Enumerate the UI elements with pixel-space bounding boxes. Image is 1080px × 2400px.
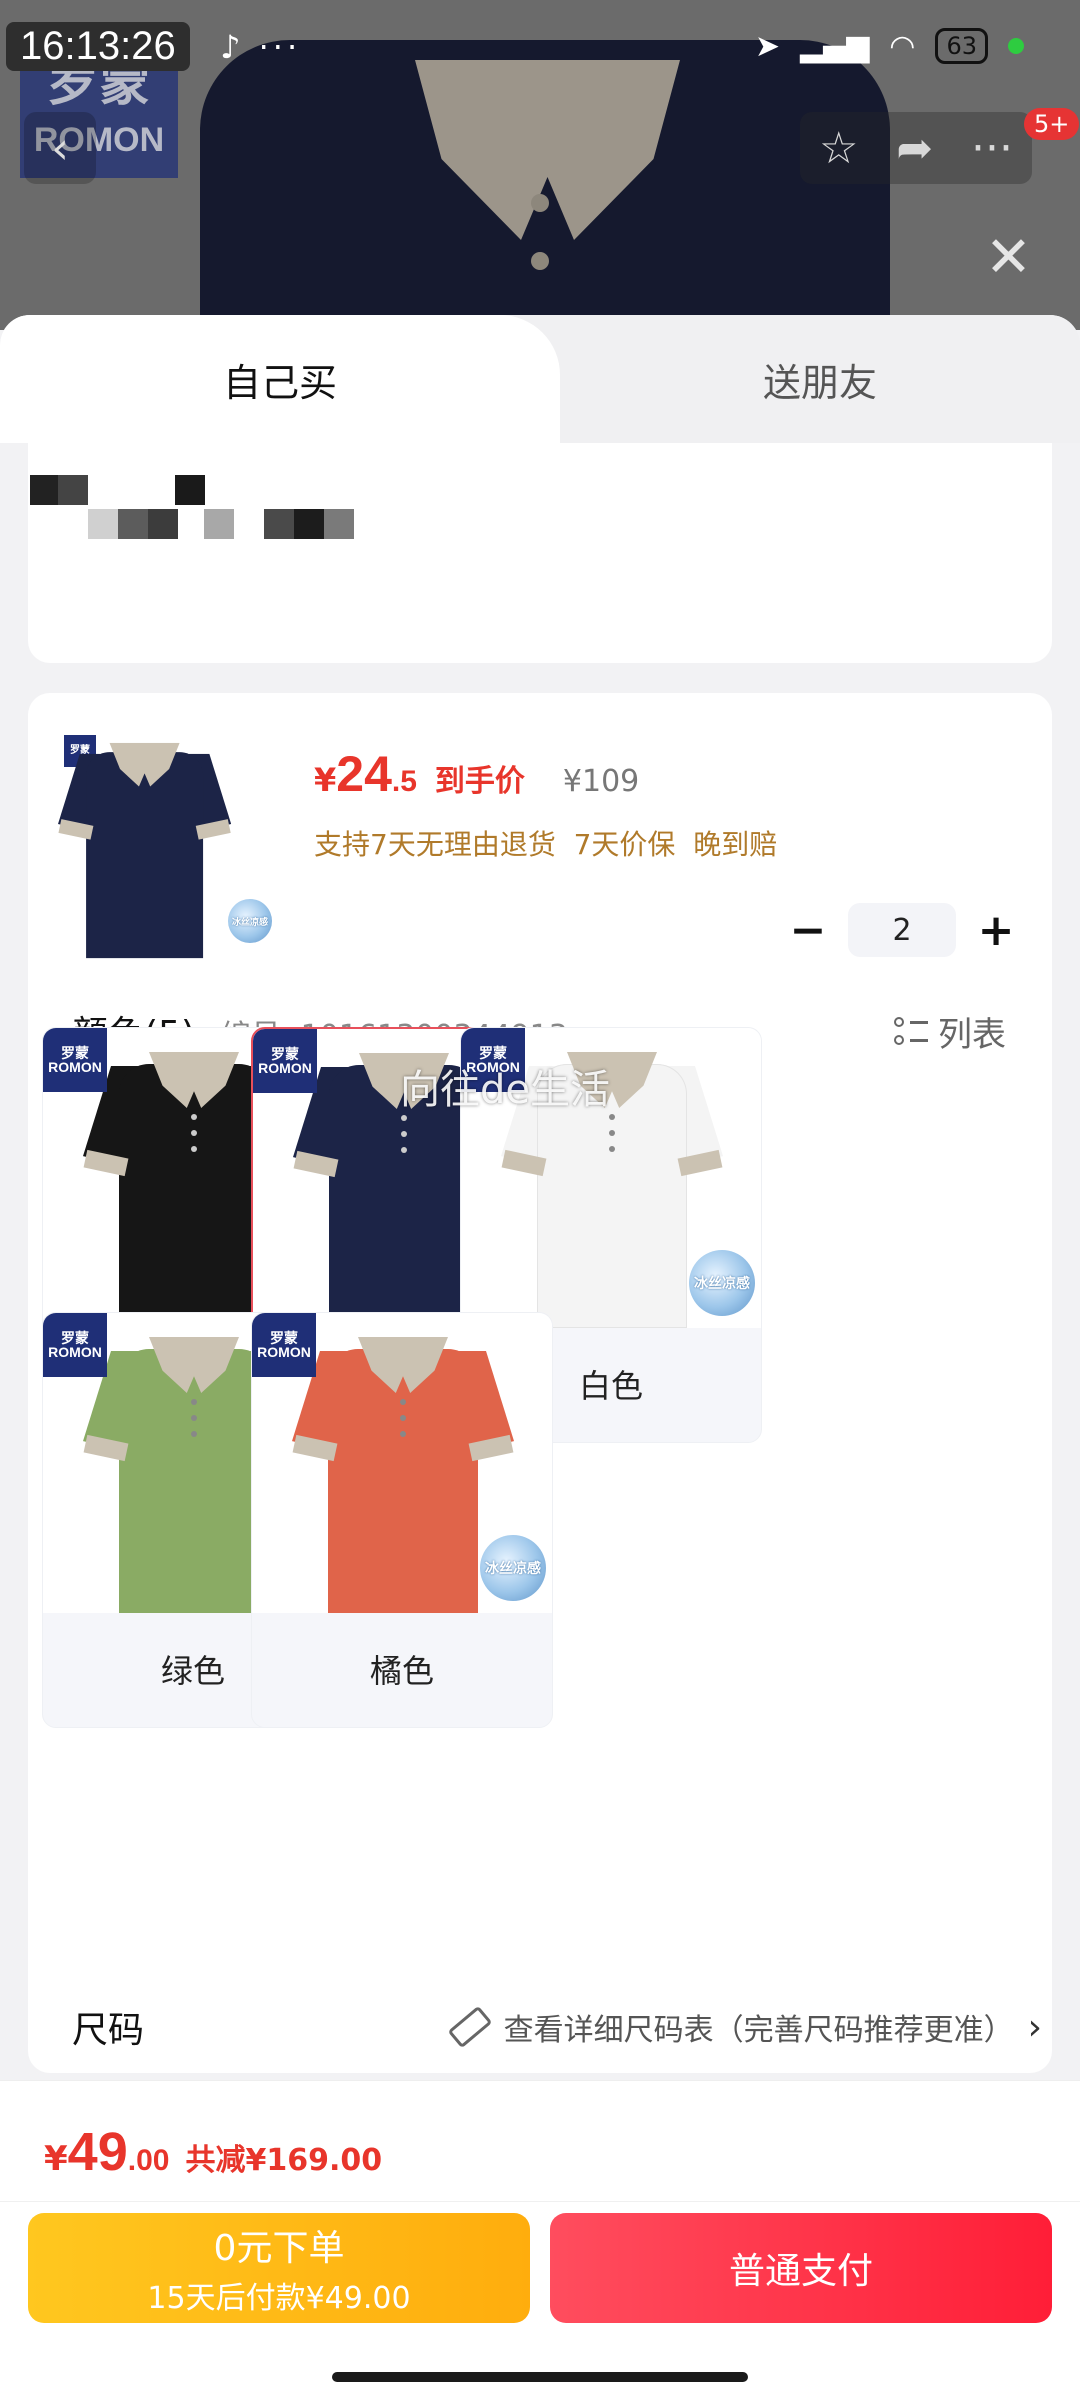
- status-bar: 16:13:26 ♪ ··· ➤ ▂▄▆ ◠ 63: [0, 22, 1080, 82]
- original-price: ¥109: [562, 764, 640, 799]
- redacted-block: [294, 509, 324, 539]
- notification-badge: 5+: [1024, 108, 1080, 140]
- signal-icon: ▂▄▆: [800, 28, 870, 64]
- close-icon[interactable]: ✕: [985, 225, 1032, 290]
- redacted-block: [58, 475, 88, 505]
- ruler-icon: [447, 2005, 492, 2049]
- wifi-icon: ◠: [889, 28, 916, 64]
- watermark-text: 向往de生活: [400, 1067, 610, 1113]
- star-icon[interactable]: ☆: [819, 123, 858, 174]
- pay-now-button[interactable]: 普通支付: [550, 2213, 1052, 2323]
- size-chart-link-label: 查看详细尺码表（完善尺码推荐更准）: [503, 2013, 1014, 2048]
- decrease-quantity-button[interactable]: −: [788, 905, 828, 956]
- purchase-tabs: 送朋友 自己买: [0, 315, 1080, 443]
- redacted-block: [264, 509, 294, 539]
- tab-buy-self[interactable]: 自己买: [0, 315, 560, 443]
- cool-fabric-badge-icon: 冰丝凉感: [480, 1535, 546, 1601]
- price-integer: 24: [336, 746, 392, 802]
- price-currency: ¥: [314, 761, 337, 799]
- size-section-title: 尺码: [72, 2010, 145, 2051]
- price-row: ¥ 24 .5 到手价 ¥109: [314, 745, 639, 803]
- list-view-toggle[interactable]: 列表: [894, 1007, 1006, 1056]
- size-section: 尺码 查看详细尺码表（完善尺码推荐更准） ›: [72, 2001, 1042, 2053]
- tab-gift-friend[interactable]: 送朋友: [560, 315, 1080, 443]
- status-time: 16:13:26: [6, 22, 190, 71]
- redacted-block: [324, 509, 354, 539]
- chevron-right-icon: ›: [1027, 2006, 1042, 2048]
- increase-quantity-button[interactable]: +: [976, 905, 1016, 956]
- total-price-row: ¥ 49 .00 共减¥169.00: [44, 2121, 382, 2183]
- address-card[interactable]: [28, 443, 1052, 663]
- top-action-bar: ☆ ➦ ···: [800, 112, 1032, 184]
- more-icon[interactable]: ···: [971, 123, 1013, 174]
- list-view-label: 列表: [938, 1015, 1006, 1055]
- back-button[interactable]: ‹: [24, 112, 96, 184]
- placket-graphic: [525, 180, 555, 320]
- footer-divider: [0, 2201, 1080, 2202]
- pay-later-button[interactable]: 0元下单 15天后付款¥49.00: [28, 2213, 530, 2323]
- quantity-stepper: − 2 +: [788, 903, 1016, 957]
- brand-tag-icon: 罗蒙 ROMON: [252, 1313, 316, 1377]
- list-view-icon: [894, 1015, 928, 1049]
- checkout-footer: ¥ 49 .00 共减¥169.00 0元下单 15天后付款¥49.00 普通支…: [0, 2080, 1080, 2400]
- total-currency: ¥: [44, 2139, 68, 2179]
- final-price-label: 到手价: [434, 764, 525, 799]
- chevron-left-icon: ‹: [51, 122, 69, 174]
- total-decimal: .00: [127, 2144, 170, 2177]
- total-discount: 共减¥169.00: [185, 2143, 383, 2178]
- color-option-image: 罗蒙ROMON 冰丝凉感: [252, 1313, 552, 1613]
- brand-tag-icon: 罗蒙 ROMON: [253, 1029, 317, 1093]
- redacted-block: [175, 475, 205, 505]
- redacted-block: [204, 509, 234, 539]
- brand-tag-icon: 罗蒙 ROMON: [43, 1028, 107, 1092]
- product-thumbnail[interactable]: 罗蒙 冰丝凉感: [58, 735, 274, 959]
- total-integer: 49: [67, 2122, 128, 2182]
- pay-later-subtitle: 15天后付款¥49.00: [147, 2281, 411, 2316]
- privacy-dot: [1008, 38, 1024, 54]
- redacted-block: [118, 509, 148, 539]
- pay-later-title: 0元下单: [213, 2228, 345, 2269]
- battery-indicator: 63: [935, 28, 988, 64]
- cool-fabric-badge-icon: 冰丝凉感: [689, 1250, 755, 1316]
- product-card: 罗蒙 冰丝凉感 ¥ 24 .5 到手价 ¥109 支持7天无理由退货 7天价保 …: [28, 693, 1052, 2073]
- brand-tag-icon: 罗蒙 ROMON: [43, 1313, 107, 1377]
- redacted-block: [148, 509, 178, 539]
- color-option-label: 橘色: [369, 1652, 434, 1690]
- location-icon: ➤: [754, 28, 781, 64]
- home-indicator: [332, 2372, 748, 2382]
- size-chart-link[interactable]: 查看详细尺码表（完善尺码推荐更准） ›: [447, 2005, 1042, 2049]
- more-notifications-icon: ♪ ···: [220, 28, 302, 66]
- price-decimal: .5: [391, 765, 417, 798]
- share-icon[interactable]: ➦: [896, 123, 933, 174]
- redacted-block: [88, 509, 118, 539]
- service-guarantees: 支持7天无理由退货 7天价保 晚到赔: [314, 828, 778, 861]
- cool-fabric-badge-icon: 冰丝凉感: [228, 899, 272, 943]
- color-option-tile[interactable]: 罗蒙 ROMON 冰丝凉感橘色: [251, 1312, 553, 1728]
- quantity-value[interactable]: 2: [848, 903, 956, 957]
